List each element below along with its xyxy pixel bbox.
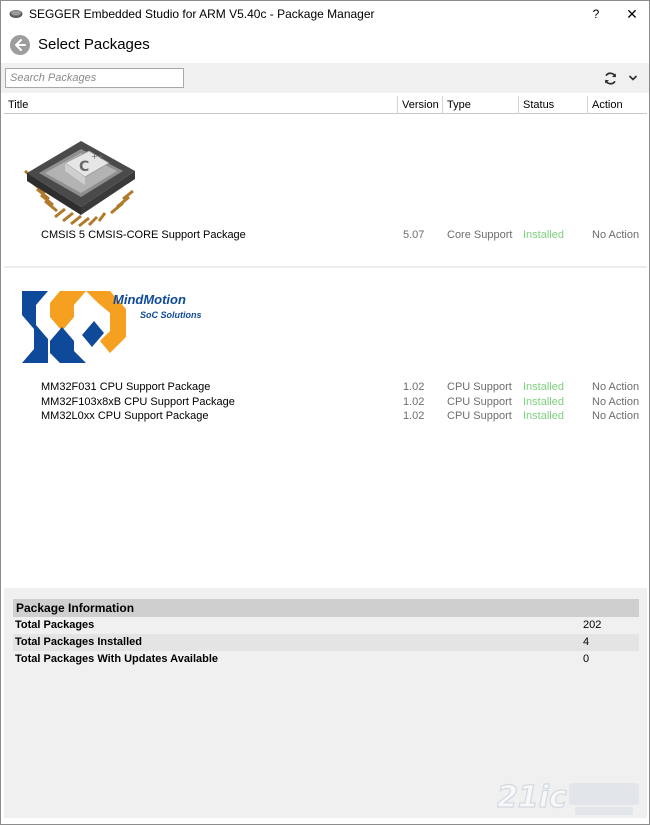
close-button[interactable]: ✕: [615, 1, 649, 27]
status-installed: Installed: [523, 381, 564, 393]
title-bar: SEGGER Embedded Studio for ARM V5.40c - …: [1, 1, 649, 27]
cmsis-chip-logo: C ++: [24, 141, 135, 228]
info-value: 4: [583, 636, 590, 648]
action-cell[interactable]: No Action: [592, 380, 639, 395]
info-row: Total Packages With Updates Available 0: [13, 651, 639, 668]
svg-text:++: ++: [91, 152, 104, 161]
column-header-version[interactable]: Version: [398, 96, 443, 114]
help-button[interactable]: ?: [579, 1, 613, 27]
package-row[interactable]: MM32F031 CPU Support Package 1.02 CPU Su…: [4, 380, 647, 395]
window-title: SEGGER Embedded Studio for ARM V5.40c - …: [29, 7, 375, 21]
info-row: Total Packages Installed 4: [13, 634, 639, 651]
column-header-title[interactable]: Title: [4, 96, 398, 114]
package-row[interactable]: MM32L0xx CPU Support Package 1.02 CPU Su…: [4, 409, 647, 424]
toolbar: [1, 63, 649, 93]
package-information-heading: Package Information: [13, 599, 639, 617]
column-headers: Title Version Type Status Action: [4, 96, 647, 114]
segger-app-icon: [9, 10, 23, 18]
package-row[interactable]: CMSIS 5 CMSIS-CORE Support Package 5.07 …: [4, 228, 647, 243]
column-header-status[interactable]: Status: [519, 96, 588, 114]
page-header: Select Packages: [1, 27, 649, 63]
info-value: 0: [583, 653, 590, 665]
package-information-table: Package Information Total Packages 202 T…: [13, 599, 639, 668]
column-header-action[interactable]: Action: [588, 96, 647, 114]
package-row[interactable]: MM32F103x8xB CPU Support Package 1.02 CP…: [4, 395, 647, 410]
back-button[interactable]: [10, 35, 30, 55]
action-cell[interactable]: No Action: [592, 395, 639, 410]
action-cell[interactable]: No Action: [592, 409, 639, 424]
column-header-type[interactable]: Type: [443, 96, 519, 114]
refresh-icon[interactable]: [603, 71, 618, 86]
chevron-down-icon[interactable]: [628, 73, 638, 83]
package-manager-window: SEGGER Embedded Studio for ARM V5.40c - …: [0, 0, 650, 825]
info-label: Total Packages With Updates Available: [15, 653, 219, 665]
mindmotion-name: MindMotion: [113, 292, 186, 307]
back-arrow-icon: [15, 39, 26, 51]
action-cell[interactable]: No Action: [592, 228, 639, 243]
info-value: 202: [583, 619, 602, 631]
status-installed: Installed: [523, 229, 564, 241]
page-title: Select Packages: [38, 36, 150, 53]
status-installed: Installed: [523, 396, 564, 408]
mindmotion-tagline: SoC Solutions: [140, 310, 202, 320]
info-label: Total Packages Installed: [15, 636, 142, 648]
search-input[interactable]: [5, 68, 184, 88]
package-list: C ++ CMSIS 5 CMSIS-CORE Support Package …: [4, 115, 647, 583]
svg-text:C: C: [79, 159, 89, 175]
status-installed: Installed: [523, 410, 564, 422]
group-divider: [4, 266, 647, 268]
svg-text:21ic: 21ic: [497, 780, 567, 815]
watermark-logo: 21ic: [497, 779, 639, 816]
info-label: Total Packages: [15, 619, 95, 631]
info-row: Total Packages 202: [13, 617, 639, 634]
